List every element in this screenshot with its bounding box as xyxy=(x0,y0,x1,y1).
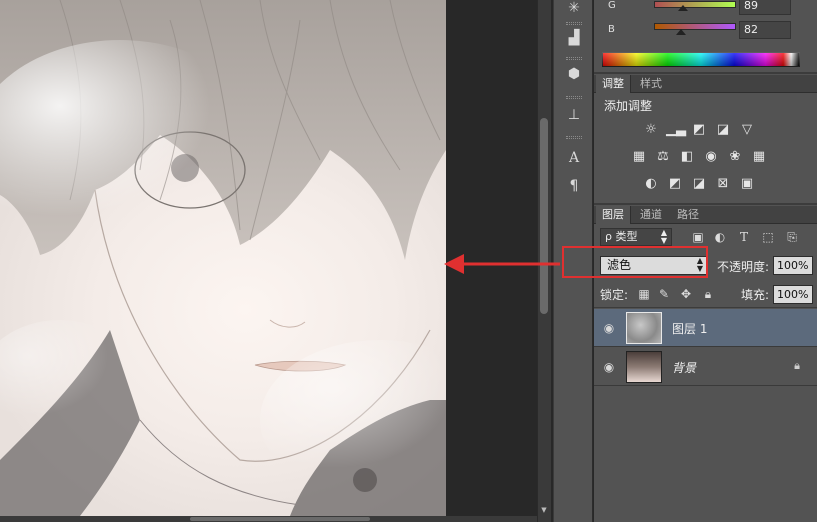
channel-mixer-icon[interactable]: ❀ xyxy=(726,148,744,166)
type-filter-icon[interactable]: T xyxy=(736,229,752,245)
select-arrows-icon: ▲ ▼ xyxy=(660,228,667,245)
blue-slider-knob[interactable] xyxy=(676,29,686,35)
strip-grip[interactable] xyxy=(566,57,582,60)
layer-filter-select[interactable]: ρ 类型 ▲ ▼ xyxy=(600,228,672,246)
invert-icon[interactable]: ◐ xyxy=(642,175,660,193)
blue-label: B xyxy=(608,24,615,35)
tab-channels[interactable]: 通道 xyxy=(634,206,668,224)
tab-layers[interactable]: 图层 xyxy=(596,206,631,224)
layer-name[interactable]: 背景 xyxy=(672,359,696,376)
green-slider-knob[interactable] xyxy=(678,5,688,11)
color-spectrum-shade xyxy=(602,52,800,67)
green-slider-track[interactable] xyxy=(654,1,736,8)
posterize-icon[interactable]: ◩ xyxy=(666,175,684,193)
scroll-down-arrow-icon[interactable]: ▼ xyxy=(540,506,548,514)
opacity-label: 不透明度: xyxy=(717,260,770,274)
asterisk-tool-icon[interactable]: ✳ xyxy=(563,0,585,19)
curves-icon[interactable]: ◩ xyxy=(690,121,708,139)
tab-adjustments[interactable]: 调整 xyxy=(596,75,631,93)
smart-object-filter-icon[interactable]: ⎘ xyxy=(784,229,800,245)
layer-row-background[interactable]: ◉ 背景 🔒︎ xyxy=(594,348,817,386)
histogram-tool-icon[interactable]: ▟ xyxy=(563,27,585,49)
brightness-icon[interactable]: ☼ xyxy=(642,121,660,139)
vibrance-icon[interactable]: ▽ xyxy=(738,121,756,139)
paragraph-icon[interactable]: ¶ xyxy=(563,175,585,197)
eye-visibility-icon[interactable]: ◉ xyxy=(602,321,616,335)
selective-color-icon[interactable]: ⊠ xyxy=(714,175,732,193)
color-lookup-icon[interactable]: ▦ xyxy=(750,148,768,166)
layer-name[interactable]: 图层 1 xyxy=(672,320,707,337)
lock-icon: 🔒︎ xyxy=(794,359,800,372)
eye-visibility-icon[interactable]: ◉ xyxy=(602,360,616,374)
tab-styles[interactable]: 样式 xyxy=(634,75,668,93)
fill-field[interactable]: 100% xyxy=(773,285,813,304)
panel-divider xyxy=(594,203,817,205)
pixel-filter-icon[interactable]: ▣ xyxy=(690,229,706,245)
fill-label: 填充: xyxy=(741,288,770,302)
adjustments-tabbar: 调整 样式 xyxy=(594,75,817,93)
green-label: G xyxy=(608,0,616,11)
blue-value-field[interactable]: 82 xyxy=(739,21,791,39)
levels-icon[interactable]: ▁▃ xyxy=(666,121,686,139)
strip-grip[interactable] xyxy=(566,136,582,139)
annotation-arrow-icon xyxy=(444,254,560,274)
exposure-icon[interactable]: ◪ xyxy=(714,121,732,139)
lock-move-icon[interactable]: ✥ xyxy=(678,286,694,302)
threshold-icon[interactable]: ◪ xyxy=(690,175,708,193)
panel-divider xyxy=(594,307,817,308)
layer-thumbnail xyxy=(626,312,662,344)
cube-tool-icon[interactable]: ⬢ xyxy=(563,63,585,85)
photo-filter-icon[interactable]: ◉ xyxy=(702,148,720,166)
panel-divider xyxy=(594,72,817,74)
horizontal-scroll-thumb[interactable] xyxy=(190,517,370,521)
color-balance-icon[interactable]: ⚖ xyxy=(654,148,672,166)
black-white-icon[interactable]: ◧ xyxy=(678,148,696,166)
lock-all-icon[interactable]: 🔒︎ xyxy=(700,286,716,302)
opacity-field[interactable]: 100% xyxy=(773,256,813,275)
tab-paths[interactable]: 路径 xyxy=(671,206,705,224)
hue-saturation-icon[interactable]: ▦ xyxy=(630,148,648,166)
artwork-image xyxy=(0,0,446,516)
document-canvas[interactable] xyxy=(0,0,446,516)
lock-brush-icon[interactable]: ✎ xyxy=(656,286,672,302)
vertical-scroll-thumb[interactable] xyxy=(540,118,548,314)
layers-tabbar: 图层 通道 路径 xyxy=(594,206,817,224)
gradient-map-icon[interactable]: ▣ xyxy=(738,175,756,193)
adjustment-filter-icon[interactable]: ◐ xyxy=(712,229,728,245)
annotation-highlight-box xyxy=(562,246,708,278)
layer-filter-label: ρ 类型 xyxy=(605,230,638,243)
blue-slider-track[interactable] xyxy=(654,23,736,30)
green-value-field[interactable]: 89 xyxy=(739,0,791,15)
stamp-tool-icon[interactable]: ⊥ xyxy=(563,104,585,126)
layer-thumbnail xyxy=(626,351,662,383)
layer-row-1[interactable]: ◉ 图层 1 xyxy=(594,309,817,347)
lock-transparent-icon[interactable]: ▦ xyxy=(636,286,652,302)
strip-grip[interactable] xyxy=(566,96,582,99)
shape-filter-icon[interactable]: ⬚ xyxy=(760,229,776,245)
character-icon[interactable]: A xyxy=(563,147,585,169)
lock-label: 锁定: xyxy=(600,288,629,302)
strip-grip[interactable] xyxy=(566,22,582,25)
add-adjustment-title: 添加调整 xyxy=(604,99,653,113)
